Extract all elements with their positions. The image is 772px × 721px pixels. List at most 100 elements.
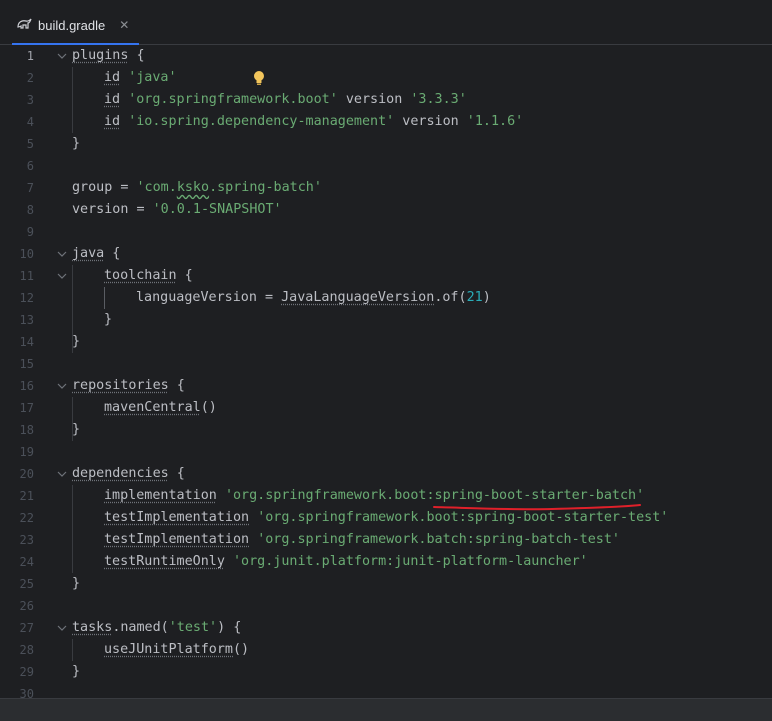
code-token: repositories (72, 378, 169, 393)
line-number: 13 (0, 309, 34, 331)
code-token: 'org.junit.platform:junit-platform-launc… (233, 554, 588, 569)
code-token (249, 510, 257, 525)
fold-chevron-icon[interactable] (57, 469, 67, 479)
code-token (120, 92, 128, 107)
code-token: 'com. (137, 180, 177, 195)
code-token: 'org.springframework.boot' (128, 92, 338, 107)
code-token: testRuntimeOnly (104, 554, 225, 569)
code-token: } (72, 136, 80, 151)
code-token: 'org.springframework.boot:spring-boot-st… (257, 510, 668, 525)
editor-tab-bar: build.gradle ✕ (0, 0, 772, 45)
line-number: 24 (0, 551, 34, 573)
line-number: 17 (0, 397, 34, 419)
code-token: = (112, 180, 136, 195)
fold-chevron-icon[interactable] (57, 271, 67, 281)
code-token: '1.1.6' (467, 114, 523, 129)
red-annotation-underline (432, 504, 642, 512)
code-token: 21 (467, 290, 483, 305)
code-token: dependencies (72, 466, 169, 481)
code-token: 'io.spring.dependency-management' (128, 114, 394, 129)
code-token: 'test' (169, 620, 217, 635)
code-token: java (72, 246, 104, 261)
line-number: 11 (0, 265, 34, 287)
line-number: 20 (0, 463, 34, 485)
line-number: 1 (0, 45, 34, 67)
fold-chevron-icon[interactable] (57, 51, 67, 61)
line-number: 7 (0, 177, 34, 199)
code-line: } (72, 133, 80, 155)
code-line: useJUnitPlatform() (72, 639, 249, 661)
code-token: version (394, 114, 467, 129)
code-line: plugins { (72, 45, 145, 67)
code-token: 'org.springframework.batch:spring-batch-… (257, 532, 620, 547)
code-editor[interactable]: 1 2 3 4 5 6 7 8 9 10 11 12 13 14 15 16 1… (0, 45, 772, 698)
fold-chevron-icon[interactable] (57, 381, 67, 391)
code-token: } (72, 334, 80, 349)
line-number: 3 (0, 89, 34, 111)
code-line: } (72, 419, 80, 441)
line-number: 18 (0, 419, 34, 441)
code-token: JavaLanguageVersion (281, 290, 434, 305)
code-token: 'org.springframework.boot:spring-boot-st… (225, 488, 644, 503)
gradle-elephant-icon (16, 17, 32, 34)
code-token (120, 70, 128, 85)
code-token: 'java' (128, 70, 176, 85)
line-number: 19 (0, 441, 34, 463)
code-line: id 'java' (72, 67, 177, 89)
code-token: testImplementation (104, 510, 249, 525)
line-number: 14 (0, 331, 34, 353)
code-token: = (257, 290, 281, 305)
fold-chevron-icon[interactable] (57, 623, 67, 633)
code-token: id (104, 70, 120, 85)
code-token: ) (483, 290, 491, 305)
code-token: } (104, 312, 112, 327)
code-token: '0.0.1-SNAPSHOT' (153, 202, 282, 217)
code-token: { (177, 268, 193, 283)
code-token: useJUnitPlatform (104, 642, 233, 657)
line-number: 15 (0, 353, 34, 375)
code-token: tasks (72, 620, 112, 635)
tab-title: build.gradle (38, 18, 105, 33)
code-token (225, 554, 233, 569)
code-line: dependencies { (72, 463, 185, 485)
line-number: 10 (0, 243, 34, 265)
code-line: } (72, 573, 80, 595)
code-token: plugins (72, 48, 128, 63)
line-number: 26 (0, 595, 34, 617)
fold-chevron-icon[interactable] (57, 249, 67, 259)
code-line: } (72, 331, 80, 353)
line-number: 6 (0, 155, 34, 177)
code-line: } (72, 661, 80, 683)
code-token: testImplementation (104, 532, 249, 547)
code-token: { (128, 48, 144, 63)
code-token: id (104, 92, 120, 107)
code-token: } (72, 422, 80, 437)
code-token: version (338, 92, 411, 107)
code-token (217, 488, 225, 503)
code-token: mavenCentral (104, 400, 201, 415)
code-line: } (72, 309, 112, 331)
code-token: version (72, 202, 128, 217)
code-line: repositories { (72, 375, 185, 397)
code-token: { (169, 466, 185, 481)
code-token (249, 532, 257, 547)
code-text-area[interactable]: plugins { id 'java' id 'org.springframew… (72, 45, 772, 698)
lightbulb-icon[interactable] (252, 70, 266, 86)
line-number: 5 (0, 133, 34, 155)
code-token: { (169, 378, 185, 393)
code-line: version = '0.0.1-SNAPSHOT' (72, 199, 282, 221)
code-line: id 'org.springframework.boot' version '3… (72, 89, 467, 111)
line-number: 2 (0, 67, 34, 89)
tab-build-gradle[interactable]: build.gradle ✕ (6, 6, 139, 44)
code-line: group = 'com.ksko.spring-batch' (72, 177, 322, 199)
code-line: toolchain { (72, 265, 193, 287)
line-number: 8 (0, 199, 34, 221)
code-token: } (72, 664, 80, 679)
line-number: 12 (0, 287, 34, 309)
line-number-gutter: 1 2 3 4 5 6 7 8 9 10 11 12 13 14 15 16 1… (0, 45, 60, 698)
code-line: java { (72, 243, 120, 265)
line-number: 4 (0, 111, 34, 133)
close-icon[interactable]: ✕ (119, 18, 129, 32)
code-line: testRuntimeOnly 'org.junit.platform:juni… (72, 551, 588, 573)
code-token: .named( (112, 620, 168, 635)
